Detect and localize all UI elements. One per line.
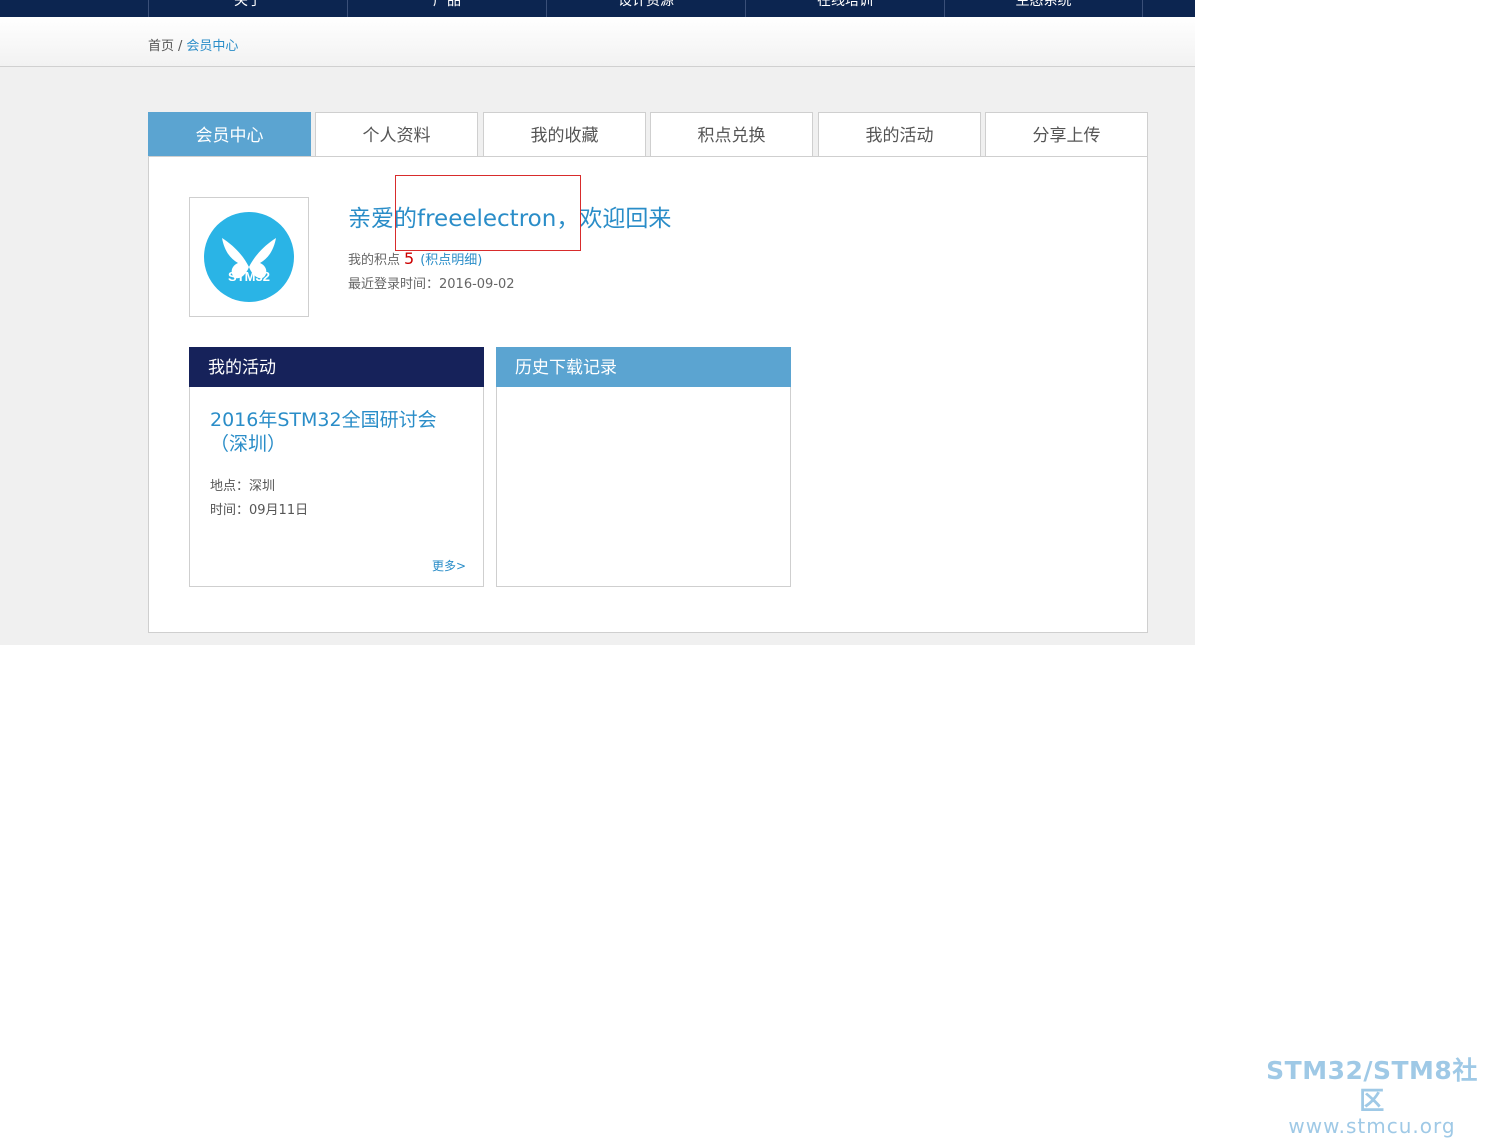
points-paren-close: ) <box>477 253 483 268</box>
highlight-box <box>395 175 581 251</box>
points-label: 我的积点 <box>348 253 401 268</box>
points-value: 5 <box>404 249 415 268</box>
breadcrumb-separator: / <box>178 39 183 54</box>
tab-points-exchange[interactable]: 积点兑换 <box>650 112 813 157</box>
tab-my-activities[interactable]: 我的活动 <box>818 112 981 157</box>
download-history-header: 历史下载记录 <box>496 347 791 387</box>
tab-share-upload[interactable]: 分享上传 <box>985 112 1148 157</box>
last-login-value: 2016-09-02 <box>439 277 515 292</box>
nav-item-products[interactable]: 产品 <box>347 0 546 17</box>
more-activities-link[interactable]: 更多> <box>432 557 466 574</box>
points-detail-link[interactable]: 积点明细 <box>425 253 477 268</box>
nav-item-online-training[interactable]: 在线培训 <box>745 0 944 17</box>
watermark-url: www.stmcu.org <box>1288 1114 1456 1138</box>
top-navigation: 关于 产品 设计资源 在线培训 生态系统 <box>0 0 1195 17</box>
site-wrapper: 关于 产品 设计资源 在线培训 生态系统 首页 / 会员中心 会员中心 个人资料 我… <box>0 0 1195 645</box>
tab-member-center[interactable]: 会员中心 <box>148 112 311 157</box>
nav-item-ecosystem[interactable]: 生态系统 <box>944 0 1143 17</box>
points-line: 我的积点 5 (积点明细) <box>348 249 482 268</box>
nav-item-design-resources[interactable]: 设计资源 <box>546 0 745 17</box>
breadcrumb: 首页 / 会员中心 <box>148 35 238 54</box>
event-place: 地点：深圳 <box>210 479 276 494</box>
avatar: STM32 <box>189 197 309 317</box>
nav-item-about[interactable]: 关于 <box>148 0 347 17</box>
breadcrumb-home-link[interactable]: 首页 <box>148 39 174 54</box>
my-activities-box: 我的活动 2016年STM32全国研讨会（深圳） 地点：深圳 时间：09月11日… <box>189 347 484 587</box>
avatar-label: STM32 <box>228 269 270 284</box>
tab-favorites[interactable]: 我的收藏 <box>483 112 646 157</box>
last-login-label: 最近登录时间： <box>348 277 440 292</box>
event-title-link[interactable]: 2016年STM32全国研讨会（深圳） <box>210 408 465 456</box>
stm32-butterfly-icon: STM32 <box>204 212 294 302</box>
download-history-box: 历史下载记录 <box>496 347 791 587</box>
breadcrumb-current[interactable]: 会员中心 <box>186 39 238 54</box>
member-center-panel: STM32 亲爱的freeelectron，欢迎回来 我的积点 5 (积点明细) 最… <box>148 156 1148 633</box>
member-tabs: 会员中心 个人资料 我的收藏 积点兑换 我的活动 分享上传 <box>148 112 1148 157</box>
event-time: 时间：09月11日 <box>210 503 309 518</box>
my-activities-header: 我的活动 <box>189 347 484 387</box>
site-watermark: STM32/STM8社区 www.stmcu.org <box>1254 1056 1490 1136</box>
watermark-brand: STM32/STM8社区 <box>1266 1056 1478 1115</box>
last-login-line: 最近登录时间：2016-09-02 <box>348 273 515 292</box>
breadcrumb-bar: 首页 / 会员中心 <box>0 17 1195 67</box>
tab-profile[interactable]: 个人资料 <box>315 112 478 157</box>
